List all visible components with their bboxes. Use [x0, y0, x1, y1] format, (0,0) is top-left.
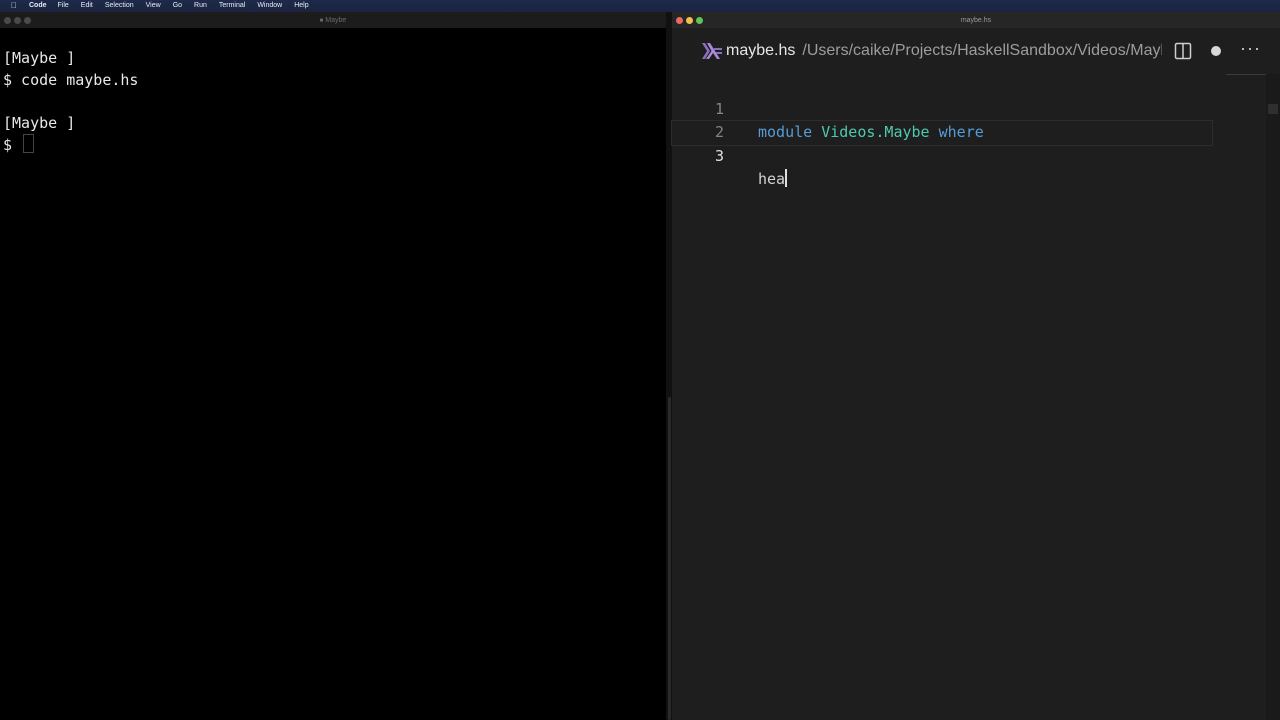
menu-view[interactable]: View: [146, 0, 161, 12]
editor-titlebar[interactable]: maybe.hs: [672, 12, 1280, 28]
editor-scrollbar[interactable]: [1266, 74, 1280, 720]
terminal-line: [Maybe ]: [3, 49, 76, 67]
editor-window-title: maybe.hs: [960, 16, 992, 24]
terminal-prompt: $: [3, 136, 22, 154]
terminal-titlebar[interactable]: ■ Maybe: [0, 12, 666, 28]
terminal-title: ■ Maybe: [0, 17, 666, 24]
more-actions-icon[interactable]: ···: [1240, 39, 1261, 57]
current-code-line[interactable]: 3 hea: [671, 120, 1213, 188]
menu-bar:  Code File Edit Selection View Go Run T…: [0, 0, 1280, 12]
editor-tab-bar: maybe.hs /Users/caike/Projects/HaskellSa…: [672, 28, 1280, 74]
terminal-cursor: [23, 134, 35, 153]
terminal-title-text: Maybe: [325, 16, 347, 24]
terminal-window: ■ Maybe [Maybe ] $ code maybe.hs [Maybe ]…: [0, 12, 666, 720]
tab-filename[interactable]: maybe.hs: [726, 42, 795, 60]
minimap-indicator: [1226, 74, 1266, 75]
scrollbar-thumb[interactable]: [1268, 104, 1278, 114]
menu-terminal[interactable]: Terminal: [219, 0, 245, 12]
text-cursor: [785, 169, 788, 187]
menu-selection[interactable]: Selection: [105, 0, 134, 12]
code-line[interactable]: 1 module Videos.Maybe where: [672, 74, 1280, 142]
code-editor[interactable]: 1 module Videos.Maybe where 2 3 hea: [671, 74, 1280, 188]
menu-run[interactable]: Run: [194, 0, 207, 12]
haskell-file-icon: [702, 43, 722, 59]
apple-icon[interactable]: : [11, 0, 21, 12]
line-number: 3: [714, 146, 724, 165]
menu-go[interactable]: Go: [173, 0, 182, 12]
typed-text: hea: [758, 170, 786, 188]
folder-icon: ■: [319, 17, 324, 24]
terminal-output[interactable]: [Maybe ] $ code maybe.hs [Maybe ] $: [0, 28, 666, 156]
terminal-line: [Maybe ]: [3, 113, 76, 132]
tab-file-path: /Users/caike/Projects/HaskellSandbox/Vid…: [802, 42, 1163, 59]
terminal-prompt-line[interactable]: $: [3, 134, 666, 156]
menu-edit[interactable]: Edit: [81, 0, 93, 12]
code-text: hea: [758, 168, 788, 192]
terminal-line: $ code maybe.hs: [3, 70, 139, 89]
menu-file[interactable]: File: [58, 0, 69, 12]
terminal-scrollbar[interactable]: [668, 397, 671, 720]
menu-window[interactable]: Window: [257, 0, 282, 12]
code-line[interactable]: 2: [672, 98, 1280, 141]
menu-app-name[interactable]: Code: [29, 0, 47, 12]
menu-help[interactable]: Help: [294, 0, 308, 12]
split-editor-icon[interactable]: [1174, 42, 1192, 60]
unsaved-changes-icon[interactable]: [1211, 46, 1221, 56]
editor-window: maybe.hs maybe.hs /Users/caike/Projects/…: [671, 12, 1280, 720]
